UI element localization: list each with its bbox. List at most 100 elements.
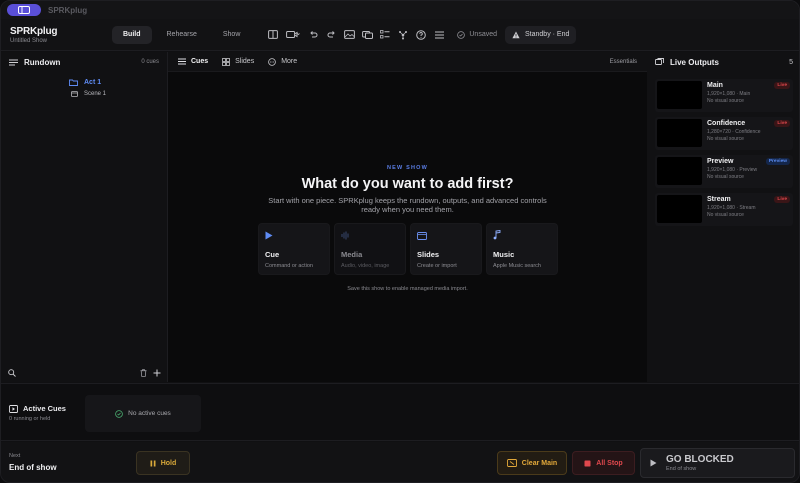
go-button[interactable]: GO BLOCKED End of show bbox=[640, 448, 795, 478]
transport-bar: Next End of show Hold Clear Main All Sto… bbox=[1, 442, 799, 482]
title-bar: SPRKplug bbox=[1, 1, 799, 19]
menu-button[interactable] bbox=[431, 27, 447, 43]
music-note-icon bbox=[493, 230, 501, 240]
add-options: Cue Command or action Media Audio, video… bbox=[258, 223, 558, 275]
output-meta: 1,280×720 · Confidence bbox=[707, 129, 761, 135]
list-check-button[interactable] bbox=[377, 27, 393, 43]
output-thumbnail bbox=[657, 195, 702, 223]
hold-label: Hold bbox=[160, 459, 177, 467]
play-icon bbox=[265, 231, 273, 239]
media-icon bbox=[361, 31, 373, 39]
act-label: Act 1 bbox=[84, 79, 102, 86]
add-button[interactable] bbox=[153, 369, 161, 377]
card-title: Cue bbox=[265, 250, 280, 259]
rundown-header: Rundown 0 cues bbox=[1, 52, 167, 72]
trash-icon bbox=[140, 369, 147, 377]
add-cue-card[interactable]: Cue Command or action bbox=[258, 223, 330, 275]
grid-icon bbox=[222, 57, 231, 66]
panel-button[interactable] bbox=[265, 27, 281, 43]
live-outputs-header: Live Outputs 5 bbox=[647, 52, 799, 72]
card-subtitle: Create or import bbox=[417, 263, 457, 269]
delete-button[interactable] bbox=[140, 369, 147, 377]
go-sublabel: End of show bbox=[666, 466, 697, 472]
add-slides-card[interactable]: Slides Create or import bbox=[410, 223, 482, 275]
scene-icon bbox=[71, 91, 78, 97]
hold-button[interactable]: Hold bbox=[136, 451, 190, 475]
clear-main-label: Clear Main bbox=[521, 459, 558, 467]
all-stop-button[interactable]: All Stop bbox=[572, 451, 635, 475]
tab-more[interactable]: More bbox=[268, 57, 297, 66]
add-media-card[interactable]: Media Audio, video, image bbox=[334, 223, 406, 275]
slides-icon bbox=[417, 231, 427, 240]
active-cues-label: Active Cues 0 running or held bbox=[9, 404, 66, 422]
mode-rehearse[interactable]: Rehearse bbox=[156, 26, 208, 44]
output-source: No visual source bbox=[707, 174, 744, 180]
output-thumbnail bbox=[657, 157, 702, 185]
save-status: Unsaved bbox=[453, 26, 501, 44]
media-button[interactable] bbox=[359, 27, 375, 43]
mode-show[interactable]: Show bbox=[212, 26, 252, 44]
sidebar-toggle-button[interactable] bbox=[7, 4, 41, 16]
new-show-kicker: NEW SHOW bbox=[386, 165, 429, 171]
undo-button[interactable] bbox=[305, 27, 321, 43]
undo-icon bbox=[310, 31, 318, 38]
help-icon bbox=[416, 29, 427, 40]
active-cues-empty-label: No active cues bbox=[128, 410, 171, 417]
active-cues-title: Active Cues bbox=[23, 404, 66, 413]
camera-icon bbox=[286, 31, 301, 38]
live-outputs-panel: Live Outputs 5 Main 1,920×1,080 · Main N… bbox=[647, 52, 799, 382]
essentials-toggle[interactable]: Essentials bbox=[610, 59, 637, 65]
output-source: No visual source bbox=[707, 98, 744, 104]
card-title: Media bbox=[341, 250, 363, 259]
cue-count: 0 cues bbox=[141, 59, 159, 65]
output-preview[interactable]: Preview 1,920×1,080 · Preview No visual … bbox=[655, 155, 793, 188]
output-stream[interactable]: Stream 1,920×1,080 · Stream No visual so… bbox=[655, 193, 793, 226]
show-name: Untitled Show bbox=[10, 37, 48, 44]
card-subtitle: Command or action bbox=[265, 263, 313, 269]
tab-cues[interactable]: Cues bbox=[178, 58, 208, 65]
sidebar-icon bbox=[18, 6, 30, 14]
redo-button[interactable] bbox=[323, 27, 339, 43]
help-button[interactable] bbox=[413, 27, 429, 43]
plus-icon bbox=[153, 369, 161, 377]
search-icon bbox=[8, 369, 16, 377]
tree-item-act[interactable]: Act 1 bbox=[1, 77, 167, 88]
output-main[interactable]: Main 1,920×1,080 · Main No visual source… bbox=[655, 79, 793, 112]
output-source: No visual source bbox=[707, 212, 744, 218]
list-check-icon bbox=[380, 30, 390, 39]
add-music-card[interactable]: Music Apple Music search bbox=[486, 223, 558, 275]
output-confidence[interactable]: Confidence 1,280×720 · Confidence No vis… bbox=[655, 117, 793, 150]
scene-label: Scene 1 bbox=[84, 90, 107, 97]
folder-icon bbox=[69, 79, 78, 86]
live-badge: Live bbox=[774, 196, 790, 203]
image-icon bbox=[343, 30, 355, 39]
live-badge: Live bbox=[774, 120, 790, 127]
search-button[interactable] bbox=[8, 369, 16, 377]
window-title: SPRKplug bbox=[48, 5, 88, 15]
play-square-icon bbox=[9, 404, 18, 413]
tool-group bbox=[265, 27, 447, 43]
tab-slides[interactable]: Slides bbox=[222, 57, 254, 66]
output-meta: 1,920×1,080 · Preview bbox=[707, 167, 758, 173]
active-cues-strip: Active Cues 0 running or held No active … bbox=[1, 383, 799, 441]
brand-name: SPRKplug bbox=[10, 25, 58, 37]
main-canvas: Cues Slides More Essentials NEW SHOW Wha… bbox=[168, 52, 647, 382]
rundown-panel: Rundown 0 cues Act 1 Scene 1 bbox=[1, 52, 168, 382]
list-icon bbox=[9, 59, 18, 65]
clear-main-button[interactable]: Clear Main bbox=[497, 451, 567, 475]
go-label: GO BLOCKED bbox=[666, 454, 734, 465]
active-cues-subtitle: 0 running or held bbox=[9, 416, 51, 422]
image-button[interactable] bbox=[341, 27, 357, 43]
outputs-icon bbox=[655, 58, 664, 65]
mode-build[interactable]: Build bbox=[112, 25, 152, 44]
mode-switcher: Build Rehearse Show bbox=[112, 25, 252, 44]
outputs-list: Main 1,920×1,080 · Main No visual source… bbox=[647, 72, 799, 226]
outputs-count: 5 bbox=[789, 58, 793, 66]
standby-button[interactable]: Standby · End bbox=[505, 25, 577, 44]
tree-item-scene[interactable]: Scene 1 bbox=[1, 88, 167, 99]
camera-button[interactable] bbox=[283, 27, 303, 43]
network-button[interactable] bbox=[395, 27, 411, 43]
app-window: SPRKplug SPRKplug Untitled Show Build Re… bbox=[0, 0, 800, 483]
empty-state-description: Start with one piece. SPRKplug keeps the… bbox=[268, 196, 547, 214]
more-icon bbox=[268, 57, 277, 66]
